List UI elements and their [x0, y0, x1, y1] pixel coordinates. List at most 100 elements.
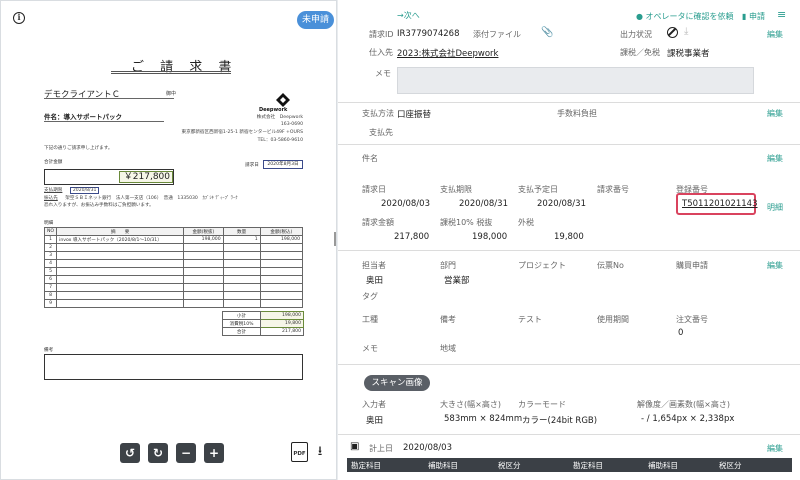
next-link[interactable]: →次へ: [397, 10, 420, 21]
table-cell: 2: [43, 243, 58, 252]
tax10-label: 課税10% 税抜: [440, 218, 493, 227]
memo-textarea[interactable]: [397, 67, 754, 94]
table-cell: [183, 291, 224, 300]
table-row: 9: [43, 299, 304, 308]
user-icon: ●: [636, 12, 643, 21]
divider: [338, 434, 800, 435]
pdf-icon[interactable]: PDF: [291, 442, 308, 462]
paperclip-icon[interactable]: 📎: [541, 27, 553, 38]
rotate-right-button[interactable]: ↻: [148, 443, 168, 463]
invoice-subject: 件名：導入サポートパック: [44, 113, 122, 121]
vendor-link[interactable]: 2023:株式会社Deepwork: [397, 47, 498, 59]
table-cell: [259, 259, 304, 268]
invoice-date-label: 請求日: [362, 185, 386, 194]
column-header: 勘定科目: [573, 461, 603, 470]
pane-splitter-handle[interactable]: [334, 232, 336, 246]
table-row: 1 invox 導入サポートパック（2020/8/1～10/31） 198,000 1…: [43, 235, 304, 244]
edit-assign-button[interactable]: 編集: [767, 260, 783, 271]
subject-underline: [44, 121, 164, 122]
memo-label: メモ: [375, 69, 391, 78]
column-header: 摘 要: [56, 227, 185, 236]
table-cell: 5: [43, 267, 58, 276]
edit-journal-button[interactable]: 編集: [767, 443, 783, 454]
fee-note: 恐れ入りますが、お振込み手数料はご負担願います。: [44, 203, 154, 208]
project-label: プロジェクト: [518, 261, 566, 270]
invoice-totals-table: 小計 198,000 消費税10% 19,800 合計 217,800: [222, 311, 304, 336]
amount-label: 合計金額: [44, 160, 63, 165]
due-label: 支払期限: [44, 188, 63, 193]
invoice-date-value: 2020/08/03: [381, 199, 430, 209]
table-cell: 4: [43, 259, 58, 268]
color-mode-value: カラー(24bit RGB): [522, 416, 598, 426]
detail-link[interactable]: 明細: [767, 202, 783, 213]
note-label: 備考: [44, 348, 54, 353]
fee-burden-label: 手数料負担: [557, 109, 597, 118]
planned-date-label: 支払予定日: [518, 185, 558, 194]
table-cell: [56, 275, 185, 284]
menu-icon[interactable]: ≡: [777, 8, 786, 21]
confirm-operator-label: オペレータに確認を依頼: [645, 12, 734, 21]
zoom-out-button[interactable]: −: [176, 443, 196, 463]
zoom-in-button[interactable]: +: [204, 443, 224, 463]
table-cell: [183, 275, 224, 284]
resolution-label: 解像度／画素数(幅×高さ): [637, 400, 730, 409]
due-row: 支払期限 2020/8/31: [44, 187, 100, 194]
title-underline: [111, 71, 231, 72]
total-amount-value: 217,800: [394, 232, 430, 242]
invoice-date: 2020年8月3日: [263, 160, 303, 169]
table-cell: [259, 275, 304, 284]
column-header: 金額(税抜): [183, 227, 224, 236]
rotate-left-button[interactable]: ↺: [120, 443, 140, 463]
work-type-label: 工種: [362, 315, 378, 324]
table-cell: [259, 283, 304, 292]
table-cell: 1: [222, 235, 261, 244]
total-amount-label: 請求金額: [362, 218, 394, 227]
edit-basic-button[interactable]: 編集: [767, 29, 783, 40]
bank-row: 振込先 架空ＳＢＩネット銀行 法人第一支店（106） 普通 1335030 ｶﾌ…: [44, 195, 303, 201]
table-cell: [222, 291, 261, 300]
table-cell: [183, 299, 224, 308]
department-label: 部門: [440, 261, 456, 270]
table-cell: [183, 243, 224, 252]
table-cell: 6: [43, 275, 58, 284]
table-row: 小計 198,000: [222, 311, 304, 320]
tax-value: 19,800: [554, 232, 584, 242]
table-cell: [222, 283, 261, 292]
memo2-label: メモ: [362, 344, 378, 353]
detail-label: 明細: [44, 221, 54, 226]
journal-table-header: 勘定科目 補助科目 税区分 勘定科目 補助科目 税区分: [347, 458, 792, 472]
table-cell: 198,000: [183, 235, 224, 244]
registration-number-link[interactable]: T5011201021143: [682, 199, 758, 209]
size-label: 大きさ(幅×高さ): [440, 400, 501, 409]
invoice-intro: 下記の通りご請求申し上げます。: [44, 146, 113, 151]
table-cell: [222, 275, 261, 284]
date-label: 請求日: [245, 163, 259, 168]
table-cell: [222, 243, 261, 252]
table-row: 7: [43, 283, 304, 292]
download-icon[interactable]: ⭳: [312, 444, 328, 460]
resolution-value: - / 1,654px × 2,338px: [641, 414, 735, 424]
slip-number-label: 伝票No: [597, 261, 624, 270]
table-cell: [259, 299, 304, 308]
confirm-operator-button[interactable]: ● オペレータに確認を依頼: [636, 11, 734, 22]
column-header: 補助科目: [428, 461, 458, 470]
apply-button[interactable]: ▮ 申請: [742, 11, 765, 22]
planned-date-value: 2020/08/31: [537, 199, 586, 209]
table-header-row: NO 摘 要 金額(税抜) 数量 金額(税込): [43, 227, 304, 236]
subject-label: 件名: [362, 154, 378, 163]
due-date-value: 2020/08/31: [459, 199, 508, 209]
column-header: 金額(税込): [259, 227, 304, 236]
totals-label: 小計: [222, 311, 261, 320]
edit-subject-button[interactable]: 編集: [767, 153, 783, 164]
table-cell: 3: [43, 251, 58, 260]
order-number-label: 注文番号: [676, 315, 708, 324]
table-cell: [183, 259, 224, 268]
totals-value: 217,800: [260, 327, 304, 336]
input-person-label: 入力者: [362, 400, 386, 409]
edit-payment-button[interactable]: 編集: [767, 108, 783, 119]
owner-value: 奥田: [366, 276, 384, 286]
info-icon[interactable]: i: [13, 12, 25, 24]
totals-label: 消費税10%: [222, 319, 261, 328]
order-number-value: 0: [678, 328, 684, 338]
table-row: 8: [43, 291, 304, 300]
